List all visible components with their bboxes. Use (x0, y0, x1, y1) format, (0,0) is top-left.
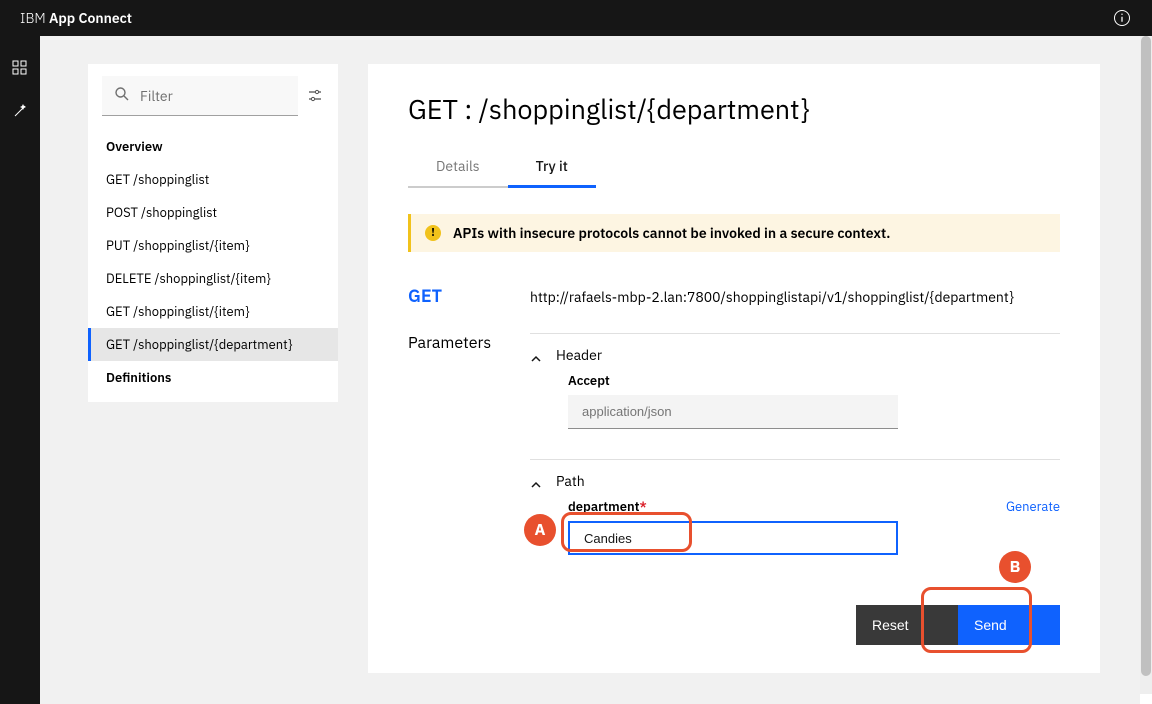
chevron-up-icon (530, 476, 540, 486)
tab-tryit[interactable]: Try it (508, 147, 596, 188)
alert-text: APIs with insecure protocols cannot be i… (453, 224, 890, 242)
http-method: GET (408, 284, 530, 307)
param-header: Header Accept (530, 333, 1060, 439)
filter-row: Filter (88, 64, 338, 130)
title-bold: App Connect (49, 9, 132, 27)
app-title: IBM App Connect (20, 9, 132, 27)
nav-item-1[interactable]: POST /shoppinglist (88, 196, 338, 229)
title-light: IBM (20, 9, 49, 27)
param-path: Path department* Generate (530, 459, 1060, 565)
main-area: Filter Overview GET /shoppinglist POST /… (40, 36, 1140, 704)
dashboard-icon[interactable] (12, 60, 28, 81)
page-title: GET : /shoppinglist/{department} (408, 92, 1060, 127)
filter-input[interactable]: Filter (102, 76, 298, 116)
search-icon (114, 86, 130, 106)
tabs: Details Try it (408, 147, 1060, 188)
warning-icon: ! (425, 225, 441, 241)
scrollbar-thumb[interactable] (1141, 36, 1151, 676)
accept-input[interactable] (568, 395, 898, 429)
detail-card: GET : /shoppinglist/{department} Details… (368, 64, 1100, 673)
accept-label: Accept (568, 372, 1060, 389)
department-label-row: department* Generate (568, 498, 1060, 515)
top-bar: IBM App Connect (0, 0, 1152, 36)
info-icon[interactable] (1112, 8, 1132, 28)
department-input[interactable] (568, 521, 898, 555)
warning-alert: ! APIs with insecure protocols cannot be… (408, 214, 1060, 252)
param-path-head[interactable]: Path (530, 470, 1060, 492)
nav-item-3[interactable]: DELETE /shoppinglist/{item} (88, 262, 338, 295)
tab-details[interactable]: Details (408, 147, 508, 188)
sidebar-rail (0, 36, 40, 704)
parameters-label: Parameters (408, 333, 530, 645)
nav-overview[interactable]: Overview (88, 130, 338, 163)
department-label: department (568, 498, 639, 515)
parameters-content: Header Accept Path (530, 333, 1060, 645)
endpoint-url: http://rafaels-mbp-2.lan:7800/shoppingli… (530, 288, 1014, 306)
scrollbar-track[interactable] (1140, 36, 1152, 694)
filter-placeholder: Filter (140, 87, 173, 105)
nav-definitions[interactable]: Definitions (88, 361, 338, 394)
magic-icon[interactable] (12, 103, 28, 124)
param-header-head[interactable]: Header (530, 344, 1060, 366)
nav-item-0[interactable]: GET /shoppinglist (88, 163, 338, 196)
parameters-section: Parameters Header Accept (408, 333, 1060, 645)
chevron-up-icon (530, 350, 540, 360)
nav-item-2[interactable]: PUT /shoppinglist/{item} (88, 229, 338, 262)
header-body: Accept (530, 366, 1060, 429)
reset-button[interactable]: Reset (856, 605, 958, 645)
header-title: Header (556, 346, 602, 364)
navigator-card: Filter Overview GET /shoppinglist POST /… (88, 64, 338, 402)
required-star: * (639, 498, 646, 515)
button-row: Reset Send (530, 605, 1060, 645)
send-button[interactable]: Send (958, 605, 1060, 645)
endpoint-row: GET http://rafaels-mbp-2.lan:7800/shoppi… (408, 284, 1060, 307)
nav-group: Overview GET /shoppinglist POST /shoppin… (88, 130, 338, 402)
generate-link[interactable]: Generate (1006, 498, 1060, 515)
nav-item-5[interactable]: GET /shoppinglist/{department} (88, 328, 338, 361)
path-title: Path (556, 472, 585, 490)
nav-item-4[interactable]: GET /shoppinglist/{item} (88, 295, 338, 328)
filter-settings-icon[interactable] (306, 87, 324, 105)
path-body: department* Generate (530, 492, 1060, 555)
